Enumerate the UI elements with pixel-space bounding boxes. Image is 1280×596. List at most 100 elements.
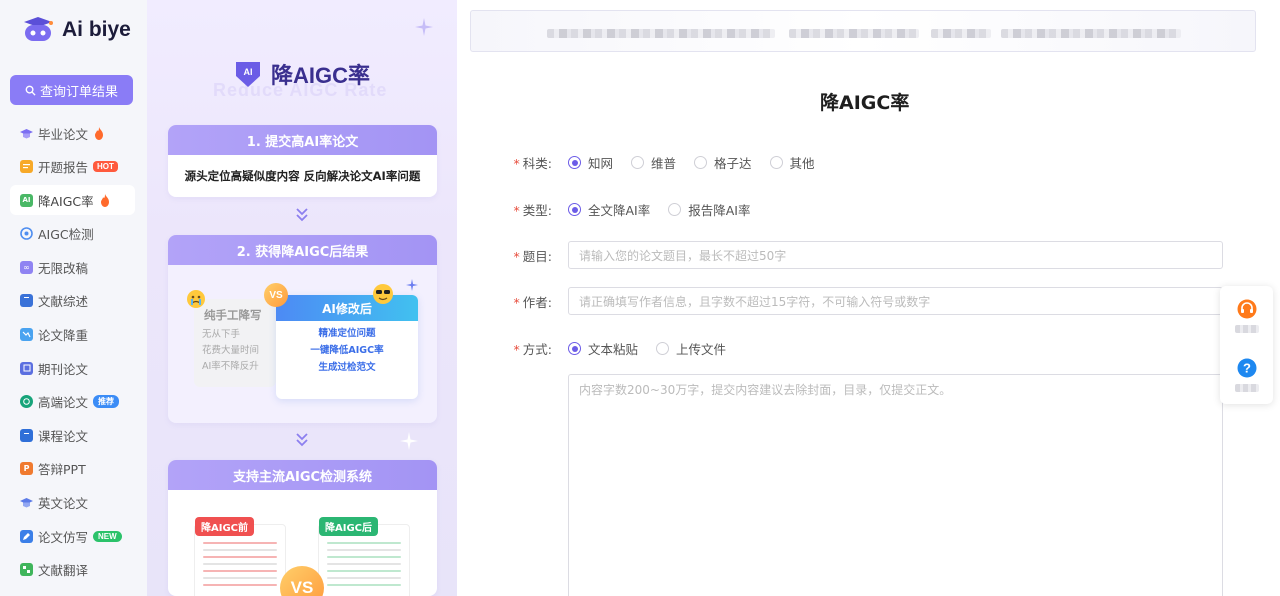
book-icon: [20, 294, 33, 308]
sidebar-item-journal-paper[interactable]: 期刊论文: [10, 353, 135, 383]
recommend-badge: 推荐: [93, 395, 120, 409]
sidebar-item-english-paper[interactable]: 英文论文: [10, 488, 135, 518]
sparkle-icon: [415, 18, 433, 36]
notebook-icon: [20, 428, 33, 442]
sidebar-item-literature-translate[interactable]: 文献翻译: [10, 555, 135, 585]
sidebar-item-label: 文献翻译: [38, 563, 89, 579]
query-order-label: 查询订单结果: [39, 84, 118, 100]
ppt-icon: P: [20, 462, 33, 476]
radio-circle: [668, 203, 682, 216]
content-placeholder: 内容字数200~30万字，提交内容建议去除封面，目录，仅提交正文。: [579, 383, 952, 397]
author-input[interactable]: 请正确填写作者信息，且字数不超过15字符，不可输入符号或数字: [568, 287, 1223, 315]
method-option-paste[interactable]: 文本粘贴: [568, 339, 638, 358]
after-doc: 降AIGC后: [318, 517, 410, 596]
type-radio-group: 全文降AI率 报告降AI率: [568, 200, 769, 219]
ai-modified-line: 一键降低AIGC率: [310, 345, 384, 356]
blurred-notice-text: [1001, 29, 1181, 38]
subject-label: * 科类:: [512, 153, 552, 172]
step1-title: 1. 提交高AI率论文: [168, 125, 437, 155]
sidebar-item-label: 降AIGC率: [38, 193, 94, 209]
promo-title: AI 降AIGC率: [233, 58, 370, 90]
sidebar-item-label: 文献综述: [38, 294, 89, 310]
sidebar-item-label: 英文论文: [38, 496, 89, 512]
chevron-down-icon: [296, 208, 308, 222]
required-mark: *: [513, 203, 520, 218]
method-label: * 方式:: [512, 339, 552, 358]
manual-rewrite-box: 纯手工降写 无从下手 花费大量时间 AI率不降反升: [194, 299, 276, 387]
chart-down-icon: [20, 328, 33, 342]
sidebar-item-aigc-detect[interactable]: AIGC检测: [10, 219, 135, 249]
blurred-notice-text: [789, 29, 919, 38]
manual-line: AI率不降反升: [202, 361, 259, 372]
radio-circle: [568, 156, 581, 169]
sidebar-item-label: 毕业论文: [38, 126, 89, 142]
query-order-button[interactable]: 查询订单结果: [10, 75, 133, 105]
sidebar-item-label: AIGC检测: [38, 227, 94, 243]
sidebar-item-label: 期刊论文: [38, 361, 89, 377]
type-option-label: 全文降AI率: [588, 203, 651, 218]
topic-input[interactable]: 请输入您的论文题目，最长不超过50字: [568, 241, 1223, 269]
sidebar-item-literature-review[interactable]: 文献综述: [10, 286, 135, 316]
topic-placeholder: 请输入您的论文题目，最长不超过50字: [579, 248, 787, 263]
openai-icon: [20, 395, 33, 409]
subject-option-vip[interactable]: 维普: [631, 153, 676, 172]
sidebar-item-paper-rewrite[interactable]: 论文降重: [10, 320, 135, 350]
headset-icon: [1237, 299, 1256, 318]
subject-label-text: 科类:: [522, 156, 552, 171]
subject-option-label: 其他: [789, 156, 815, 171]
type-option-full[interactable]: 全文降AI率: [568, 200, 650, 219]
infinity-icon: ∞: [20, 260, 33, 274]
sidebar-item-paper-imitate[interactable]: 论文仿写 NEW: [10, 521, 135, 551]
subject-option-cnki[interactable]: 知网: [568, 153, 613, 172]
crying-emoji-icon: [187, 290, 205, 308]
app-root: Ai biye 查询订单结果 毕业论文 开题报告 HOT AI 降AIGC率 A…: [0, 0, 1280, 596]
radio-circle: [631, 156, 645, 169]
required-mark: *: [513, 156, 520, 171]
sidebar-item-defense-ppt[interactable]: P 答辩PPT: [10, 454, 135, 484]
detect-icon: [20, 227, 33, 241]
sidebar-item-graduation-thesis[interactable]: 毕业论文: [10, 118, 135, 148]
sidebar-item-label: 高端论文: [38, 395, 89, 411]
method-label-text: 方式:: [522, 342, 552, 357]
sidebar-item-proposal[interactable]: 开题报告 HOT: [10, 152, 135, 182]
brand-name: Ai biye: [62, 18, 131, 41]
ai-modified-line: 精准定位问题: [318, 328, 376, 339]
floating-help-widget: ?: [1220, 286, 1273, 404]
after-tag: 降AIGC后: [319, 517, 379, 536]
content-textarea[interactable]: 内容字数200~30万字，提交内容建议去除封面，目录，仅提交正文。: [568, 374, 1223, 596]
manual-line: 无从下手: [202, 329, 241, 340]
ai-shield-text: AI: [244, 67, 253, 77]
hot-badge: HOT: [93, 161, 118, 173]
method-option-upload[interactable]: 上传文件: [656, 339, 726, 358]
subject-option-label: 知网: [588, 156, 614, 171]
graduation-cap-icon: [20, 127, 33, 140]
radio-circle: [769, 156, 783, 169]
sidebar-item-course-paper[interactable]: 课程论文: [10, 420, 135, 450]
type-label-text: 类型:: [522, 203, 552, 218]
subject-option-gezida[interactable]: 格子达: [694, 153, 752, 172]
flame-icon: [100, 193, 109, 207]
topic-row: * 题目:: [512, 246, 552, 265]
blurred-label: [1234, 383, 1259, 392]
faq-button[interactable]: ?: [1220, 345, 1273, 404]
customer-service-button[interactable]: [1220, 286, 1273, 345]
step3-card: 支持主流AIGC检测系统 降AIGC前 降AIGC后 VS: [168, 460, 437, 596]
ai-icon: AI: [20, 193, 33, 207]
type-option-report[interactable]: 报告降AI率: [668, 200, 751, 219]
sidebar-item-unlimited-revise[interactable]: ∞ 无限改稿: [10, 252, 135, 282]
sidebar-item-label: 开题报告: [38, 160, 89, 176]
robot-logo-icon: [24, 17, 53, 41]
translate-icon: [20, 563, 33, 577]
sidebar-item-reduce-aigc[interactable]: AI 降AIGC率: [10, 185, 135, 216]
svg-text:?: ?: [1243, 360, 1251, 375]
sidebar-item-premium-paper[interactable]: 高端论文 推荐: [10, 387, 135, 417]
method-radio-group: 文本粘贴 上传文件: [568, 339, 744, 358]
sidebar-item-label: 论文仿写: [38, 529, 89, 545]
author-label: * 作者:: [512, 292, 552, 311]
sidebar-item-label: 答辩PPT: [38, 462, 86, 478]
subject-option-other[interactable]: 其他: [769, 153, 815, 172]
sidebar-item-label: 无限改稿: [38, 260, 89, 276]
logo[interactable]: Ai biye: [20, 16, 131, 44]
required-mark: *: [513, 295, 520, 310]
sidebar: Ai biye 查询订单结果 毕业论文 开题报告 HOT AI 降AIGC率 A…: [0, 0, 147, 596]
